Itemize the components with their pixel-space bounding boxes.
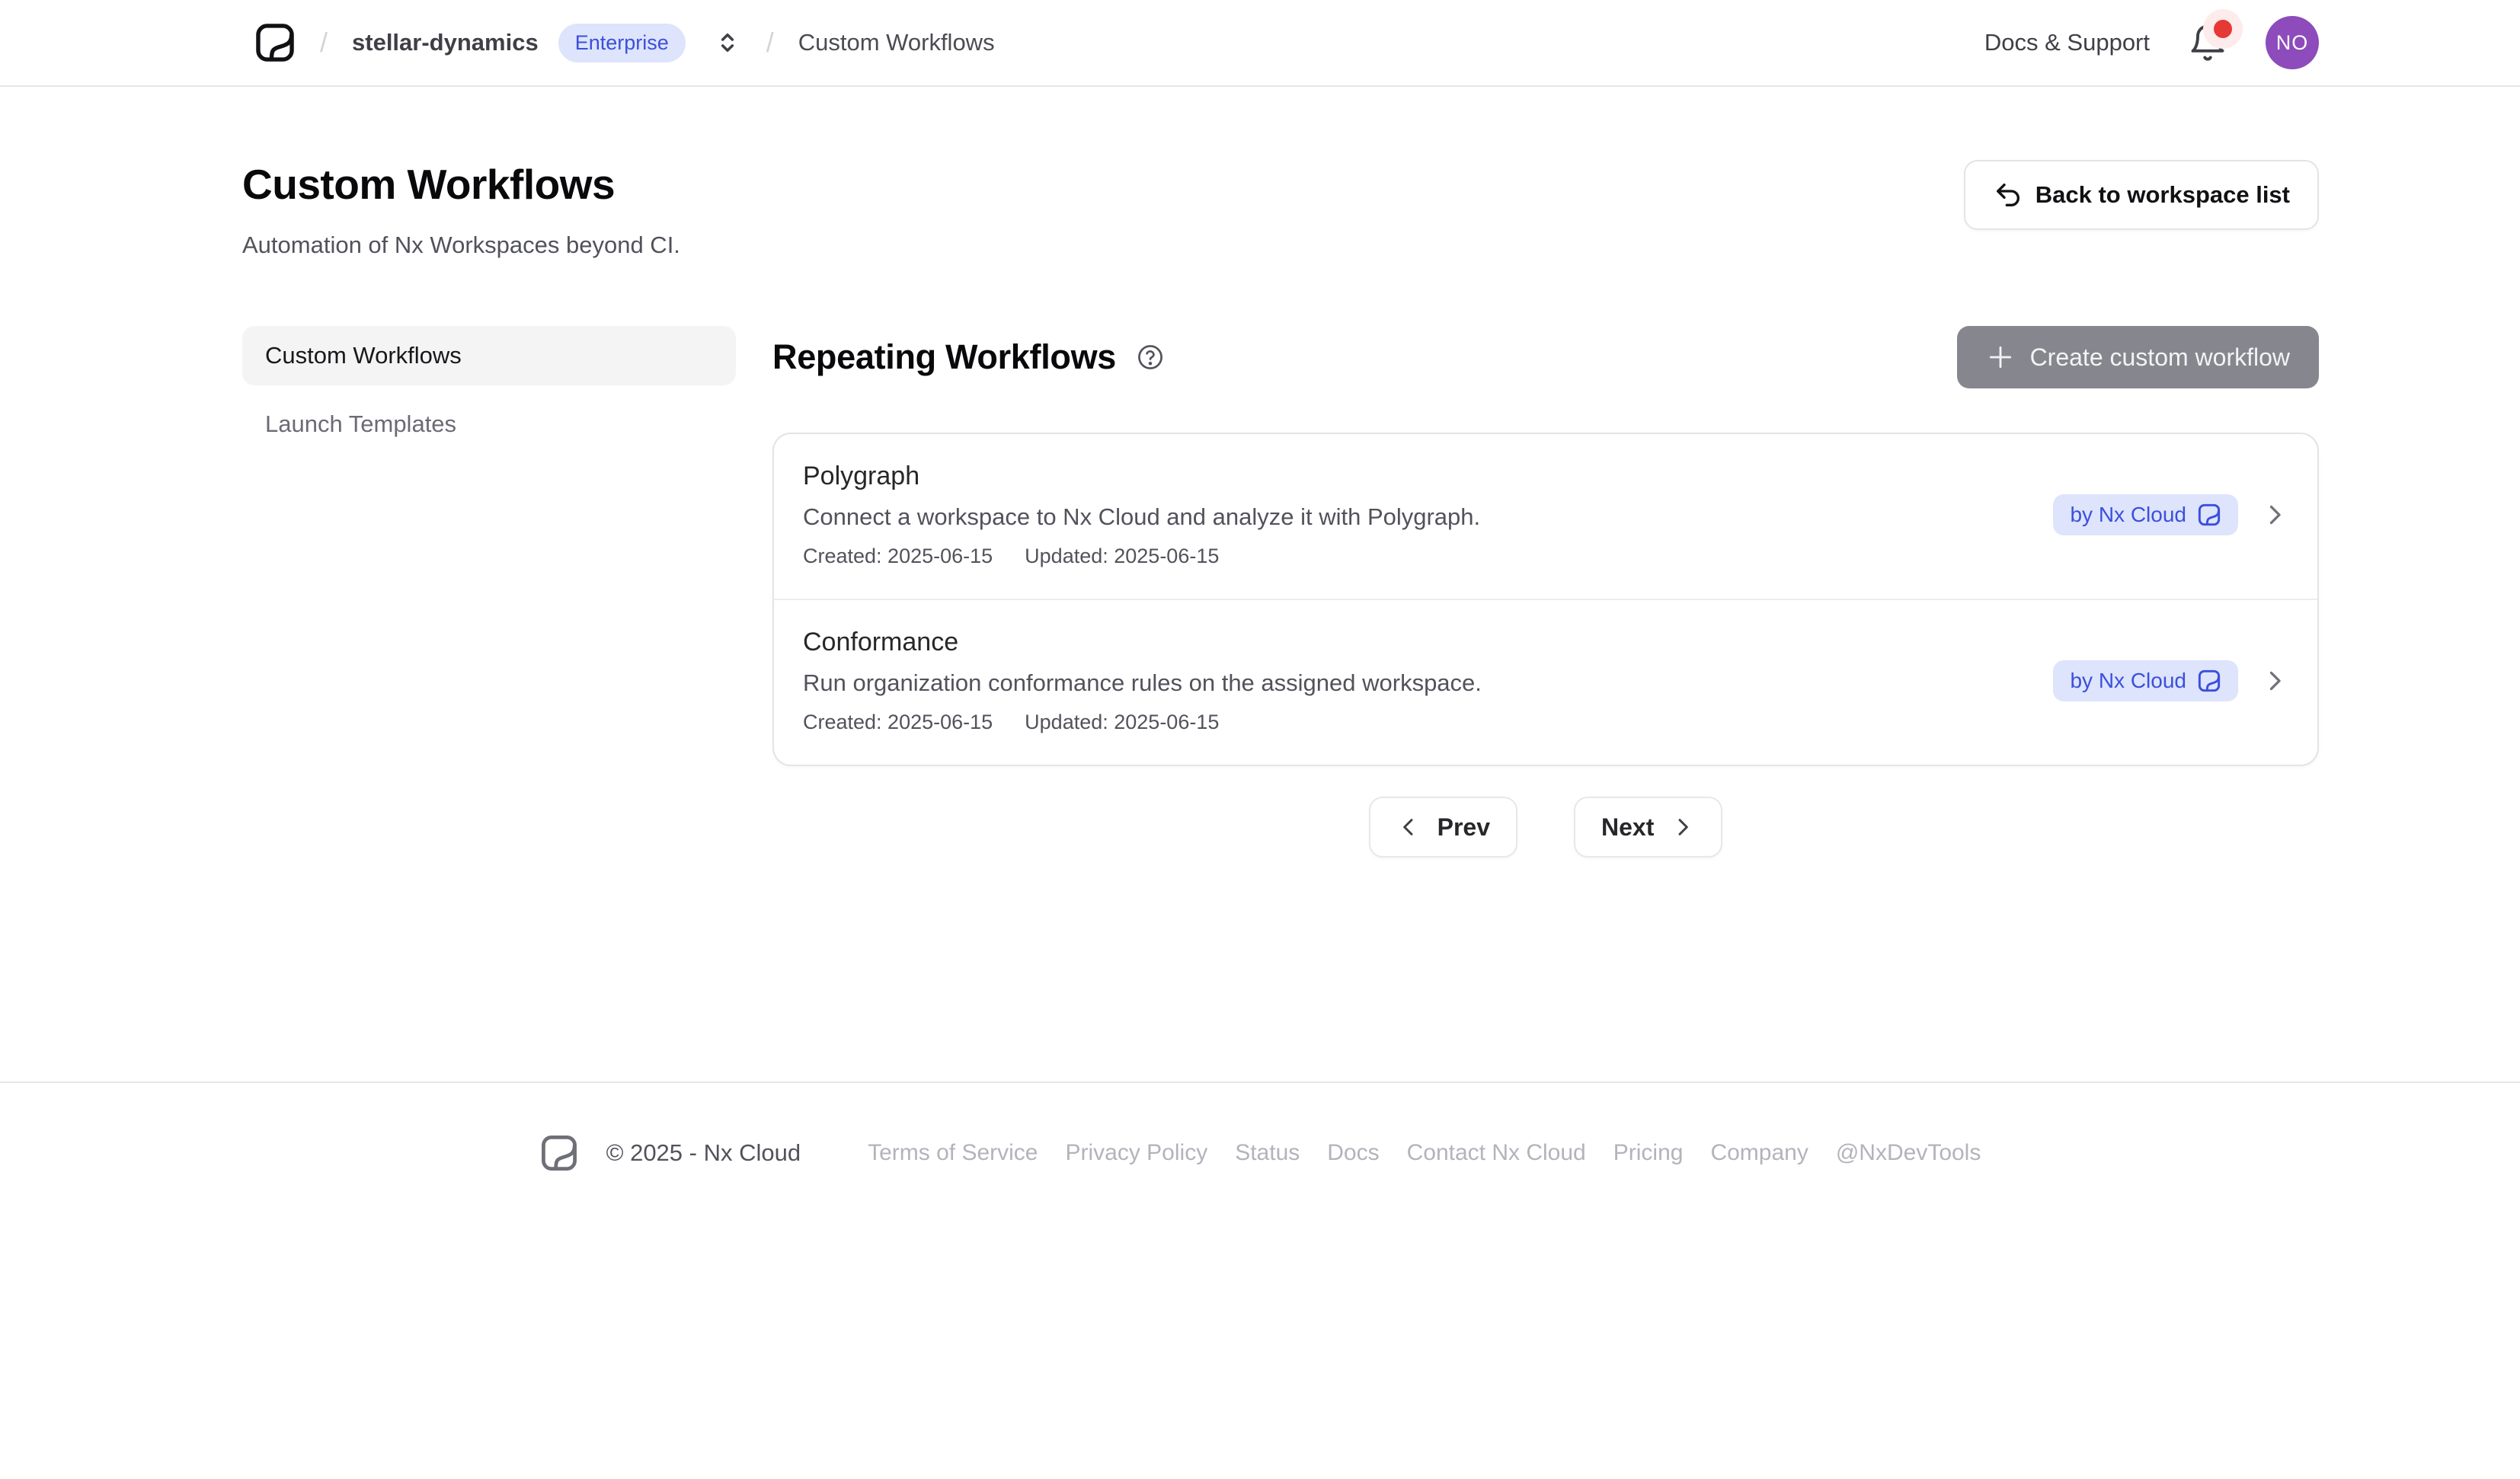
section-title: Repeating Workflows (772, 337, 1116, 377)
create-button-label: Create custom workflow (2030, 343, 2290, 372)
workflow-description: Run organization conformance rules on th… (803, 669, 1482, 697)
footer-link[interactable]: Contact Nx Cloud (1407, 1140, 1586, 1166)
workspace-switcher-icon[interactable] (713, 28, 742, 57)
plus-icon (1986, 343, 2015, 372)
page-footer: © 2025 - Nx Cloud Terms of Service Priva… (0, 1081, 2520, 1173)
workflow-row-actions: by Nx Cloud (2053, 660, 2288, 701)
workflow-row[interactable]: Conformance Run organization conformance… (774, 599, 2317, 765)
chevron-right-icon (1671, 815, 1695, 839)
footer-link[interactable]: Pricing (1613, 1140, 1684, 1166)
notification-halo (2203, 9, 2243, 49)
footer-link[interactable]: Status (1235, 1140, 1300, 1166)
workflow-row[interactable]: Polygraph Connect a workspace to Nx Clou… (774, 434, 2317, 599)
side-nav-item-label: Launch Templates (265, 410, 456, 438)
notification-dot (2214, 20, 2232, 38)
breadcrumb-separator: / (762, 27, 779, 59)
breadcrumb-current-page: Custom Workflows (798, 29, 995, 56)
side-nav-item-label: Custom Workflows (265, 342, 462, 369)
page-subtitle: Automation of Nx Workspaces beyond CI. (242, 232, 680, 259)
next-page-button[interactable]: Next (1574, 797, 1722, 858)
badge-label: by Nx Cloud (2070, 669, 2186, 693)
nx-cloud-footer-logo-icon (539, 1133, 579, 1173)
pagination: Prev Next (772, 797, 2319, 858)
workflow-dates: Created: 2025-06-15 Updated: 2025-06-15 (803, 711, 1482, 734)
create-custom-workflow-button[interactable]: Create custom workflow (1957, 326, 2319, 388)
footer-link[interactable]: Docs (1327, 1140, 1379, 1166)
org-name[interactable]: stellar-dynamics (352, 29, 539, 56)
footer-link[interactable]: Privacy Policy (1065, 1140, 1207, 1166)
breadcrumb-separator: / (315, 27, 332, 59)
copyright-text: © 2025 - Nx Cloud (606, 1139, 801, 1167)
page-header-text: Custom Workflows Automation of Nx Worksp… (242, 160, 680, 259)
nx-logo-icon (2197, 503, 2221, 527)
workflow-description: Connect a workspace to Nx Cloud and anal… (803, 503, 1480, 531)
nx-cloud-logo-icon[interactable] (254, 22, 296, 63)
back-button-label: Back to workspace list (2036, 181, 2290, 209)
chevron-right-icon (2261, 501, 2288, 529)
next-button-label: Next (1601, 813, 1654, 842)
workflow-created-date: Created: 2025-06-15 (803, 545, 993, 568)
page-title: Custom Workflows (242, 160, 680, 209)
footer-link[interactable]: Terms of Service (868, 1140, 1038, 1166)
prev-button-label: Prev (1437, 813, 1490, 842)
by-nx-cloud-badge[interactable]: by Nx Cloud (2053, 494, 2238, 535)
help-icon[interactable] (1136, 343, 1165, 372)
plan-badge[interactable]: Enterprise (558, 24, 686, 62)
workflow-name: Conformance (803, 628, 1482, 657)
workflow-updated-date: Updated: 2025-06-15 (1025, 711, 1219, 734)
nx-logo-icon (2197, 669, 2221, 693)
footer-link[interactable]: @NxDevTools (1836, 1140, 1981, 1166)
nav-actions: Docs & Support NO (1984, 16, 2319, 69)
docs-support-link[interactable]: Docs & Support (1984, 29, 2150, 56)
workflow-list: Polygraph Connect a workspace to Nx Clou… (772, 433, 2319, 766)
undo-arrow-icon (1993, 180, 2023, 210)
workflow-info: Conformance Run organization conformance… (803, 628, 1482, 734)
side-nav-item[interactable]: Custom Workflows (242, 326, 736, 385)
badge-label: by Nx Cloud (2070, 503, 2186, 527)
top-navbar: / stellar-dynamics Enterprise / Custom W… (0, 0, 2520, 87)
footer-link[interactable]: Company (1710, 1140, 1808, 1166)
by-nx-cloud-badge[interactable]: by Nx Cloud (2053, 660, 2238, 701)
side-nav-item[interactable]: Launch Templates (242, 395, 736, 454)
workflows-section-header: Repeating Workflows Create custom workfl… (772, 326, 2319, 388)
workflow-name: Polygraph (803, 462, 1480, 491)
back-to-workspace-list-button[interactable]: Back to workspace list (1964, 160, 2319, 230)
workflow-updated-date: Updated: 2025-06-15 (1025, 545, 1219, 568)
workflow-dates: Created: 2025-06-15 Updated: 2025-06-15 (803, 545, 1480, 568)
footer-links: Terms of Service Privacy Policy Status D… (868, 1140, 1981, 1166)
prev-page-button[interactable]: Prev (1369, 797, 1517, 858)
workflow-info: Polygraph Connect a workspace to Nx Clou… (803, 462, 1480, 568)
chevron-right-icon (2261, 667, 2288, 695)
breadcrumb: / stellar-dynamics Enterprise / Custom W… (254, 22, 995, 63)
workflows-section: Repeating Workflows Create custom workfl… (772, 326, 2319, 858)
notifications-bell-icon[interactable] (2188, 23, 2227, 62)
page-header: Custom Workflows Automation of Nx Worksp… (0, 87, 2520, 259)
settings-side-nav: Custom Workflows Launch Templates (242, 326, 736, 454)
chevron-left-icon (1396, 815, 1421, 839)
main-content: Custom Workflows Launch Templates Repeat… (0, 259, 2520, 858)
user-avatar[interactable]: NO (2266, 16, 2319, 69)
workflow-created-date: Created: 2025-06-15 (803, 711, 993, 734)
workflow-row-actions: by Nx Cloud (2053, 494, 2288, 535)
